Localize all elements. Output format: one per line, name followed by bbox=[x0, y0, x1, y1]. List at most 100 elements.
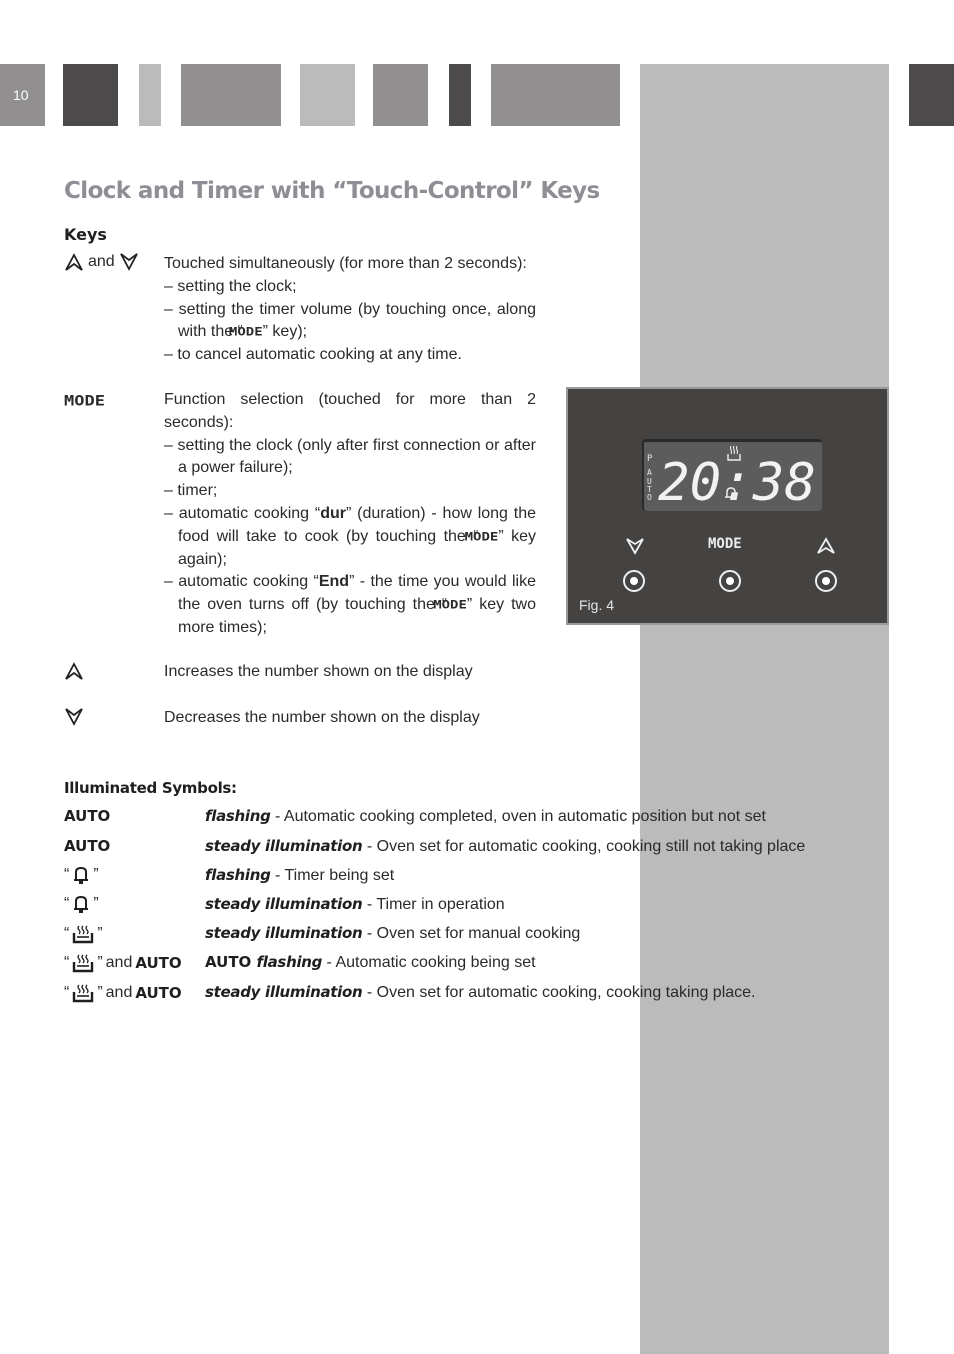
header-block bbox=[181, 64, 281, 126]
desc-text: - Timer being set bbox=[270, 867, 395, 884]
quote: ” bbox=[97, 984, 103, 1001]
desc-text: - Oven set for automatic cooking, cookin… bbox=[362, 984, 756, 1001]
key-bullet: – setting the clock; bbox=[164, 277, 297, 295]
desc-text: - Timer in operation bbox=[362, 896, 505, 913]
key-bullet: – timer; bbox=[164, 482, 218, 500]
up-touch-button[interactable] bbox=[815, 570, 837, 592]
key-bullet: – automatic cooking “dur” (duration) - h… bbox=[164, 503, 536, 571]
bell-icon bbox=[74, 866, 89, 884]
key-description: Function selection (touched for more tha… bbox=[164, 389, 536, 640]
bell-icon bbox=[74, 895, 89, 913]
state-text: flashing bbox=[205, 866, 271, 884]
auto-text: AUTO bbox=[64, 837, 111, 855]
keys-heading: Keys bbox=[64, 225, 107, 244]
quote: ” bbox=[93, 895, 99, 912]
state-text: flashing bbox=[205, 807, 271, 825]
key-description: Increases the number shown on the displa… bbox=[164, 663, 473, 680]
side-column bbox=[640, 64, 889, 1354]
quote: “ bbox=[64, 925, 70, 942]
auto-prefix: AUTO bbox=[205, 953, 257, 971]
key-intro: Touched simultaneously (for more than 2 … bbox=[164, 255, 527, 272]
down-key-icon[interactable] bbox=[625, 537, 645, 555]
up-key-icon[interactable] bbox=[816, 537, 836, 555]
quote: ” bbox=[97, 954, 103, 971]
desc-text: - Oven set for manual cooking bbox=[362, 925, 581, 942]
text: – automatic cooking “ bbox=[164, 573, 319, 591]
lcd-display: P A U T O 20:38 bbox=[642, 439, 822, 513]
header-block bbox=[909, 64, 954, 126]
header-block bbox=[63, 64, 118, 126]
dur-word: dur bbox=[320, 504, 346, 522]
symbol: “ ” bbox=[64, 866, 99, 884]
key-description: Decreases the number shown on the displa… bbox=[164, 709, 480, 726]
symbol: AUTO bbox=[64, 837, 110, 855]
quote: “ bbox=[64, 895, 70, 912]
mode-glyph: MODE bbox=[433, 598, 467, 613]
quote: ” bbox=[97, 925, 103, 942]
mode-glyph: MODE bbox=[464, 530, 499, 544]
mode-touch-button[interactable] bbox=[719, 570, 741, 592]
time-readout: 20:38 bbox=[658, 453, 816, 512]
symbol-description: AUTO flashing - Automatic cooking being … bbox=[205, 953, 536, 972]
auto-letter: A bbox=[647, 468, 652, 477]
chevron-down-icon bbox=[65, 708, 83, 726]
auto-text: AUTO bbox=[135, 954, 182, 972]
auto-indicator: A U T O bbox=[647, 468, 652, 502]
down-touch-button[interactable] bbox=[623, 570, 645, 592]
auto-text: AUTO bbox=[135, 984, 182, 1002]
control-panel-figure: P A U T O 20:38 MODE Fig. 4 bbox=[566, 387, 889, 625]
heat-icon bbox=[73, 925, 94, 944]
quote: “ bbox=[64, 866, 70, 883]
state-text: flashing bbox=[256, 953, 323, 971]
text: – automatic cooking “ bbox=[164, 504, 321, 522]
state-text: steady illumination bbox=[205, 895, 363, 913]
page-title: Clock and Timer with “Touch-Control” Key… bbox=[64, 178, 600, 204]
header-block bbox=[139, 64, 161, 126]
and-text: and bbox=[88, 253, 115, 270]
and-text: and bbox=[105, 984, 133, 1001]
symbol-description: flashing - Automatic cooking completed, … bbox=[205, 807, 766, 826]
chevron-up-icon bbox=[65, 253, 83, 271]
heat-icon bbox=[73, 984, 94, 1003]
auto-letter: O bbox=[647, 493, 652, 502]
header-block bbox=[300, 64, 355, 126]
key-label: MODE bbox=[64, 391, 105, 411]
mode-key-label[interactable]: MODE bbox=[708, 536, 742, 552]
key-label bbox=[64, 707, 84, 727]
p-indicator: P bbox=[647, 454, 653, 464]
symbol: “ ” bbox=[64, 895, 99, 913]
header-block bbox=[491, 64, 620, 126]
symbol: “ ” and AUTO bbox=[64, 983, 182, 1003]
symbol: “ ” and AUTO bbox=[64, 953, 182, 973]
state-text: steady illumination bbox=[205, 924, 363, 942]
desc-text: - Automatic cooking being set bbox=[322, 954, 536, 971]
key-intro: Function selection (touched for more tha… bbox=[164, 391, 536, 431]
page-number: 10 bbox=[0, 64, 45, 126]
mode-glyph: MODE bbox=[228, 325, 263, 340]
quote: “ bbox=[64, 984, 70, 1001]
page-number-text: 10 bbox=[13, 87, 29, 103]
chevron-down-icon bbox=[119, 253, 138, 271]
end-word: End bbox=[318, 573, 350, 591]
key-label bbox=[64, 661, 84, 681]
and-text: and bbox=[105, 954, 133, 971]
symbol-description: steady illumination - Oven set for autom… bbox=[205, 837, 805, 856]
key-row-down: Decreases the number shown on the displa… bbox=[64, 707, 544, 733]
symbol: AUTO bbox=[64, 807, 110, 825]
header-block bbox=[373, 64, 428, 126]
quote: “ bbox=[64, 954, 70, 971]
auto-text: AUTO bbox=[64, 807, 111, 825]
figure-caption: Fig. 4 bbox=[579, 597, 615, 613]
state-text: steady illumination bbox=[205, 983, 363, 1001]
symbol-description: flashing - Timer being set bbox=[205, 866, 394, 885]
quote: ” bbox=[93, 866, 99, 883]
desc-text: - Oven set for automatic cooking, cookin… bbox=[362, 838, 806, 855]
mode-glyph: MODE bbox=[64, 392, 105, 410]
state-text: steady illumination bbox=[205, 837, 363, 855]
heat-icon bbox=[73, 954, 94, 973]
key-bullet: – setting the timer volume (by touching … bbox=[164, 299, 536, 345]
lcd-digits: P A U T O 20:38 bbox=[647, 445, 816, 513]
symbol-description: steady illumination - Timer in operation bbox=[205, 895, 505, 914]
header-block bbox=[449, 64, 471, 126]
key-row-up-down: and Touched simultaneously (for more tha… bbox=[64, 253, 544, 373]
